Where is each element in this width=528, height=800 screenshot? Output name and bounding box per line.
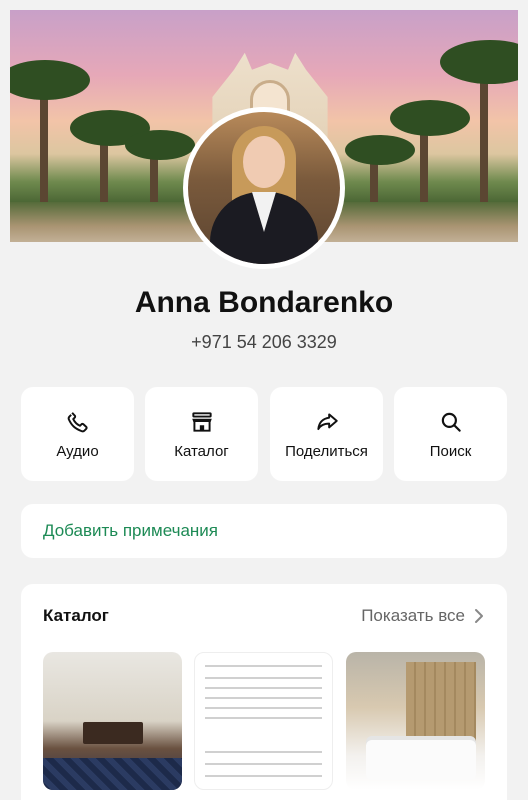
document-line xyxy=(205,677,322,679)
avatar[interactable] xyxy=(183,107,345,269)
phone-icon xyxy=(67,411,88,432)
document-line xyxy=(205,717,322,719)
share-arrow-icon xyxy=(316,412,338,430)
show-all-label: Показать все xyxy=(361,606,465,625)
profile-name: Anna Bondarenko xyxy=(134,286,394,319)
palm-fronds xyxy=(125,130,195,160)
catalog-button[interactable]: Каталог xyxy=(145,387,258,481)
rug xyxy=(43,758,182,790)
catalog-section: Каталог Показать все xyxy=(21,584,507,800)
headboard xyxy=(406,662,476,742)
catalog-item-image[interactable] xyxy=(346,652,485,790)
profile-phone[interactable]: +971 54 206 3329 xyxy=(0,332,528,353)
palm-fronds xyxy=(440,40,518,84)
search-icon xyxy=(441,412,461,432)
document-line xyxy=(205,687,322,689)
catalog-label: Каталог xyxy=(174,442,229,460)
search-button[interactable]: Поиск xyxy=(394,387,507,481)
audio-call-button[interactable]: Аудио xyxy=(21,387,134,481)
palm-fronds xyxy=(390,100,470,136)
catalog-item-image[interactable] xyxy=(43,652,182,790)
palm-fronds xyxy=(345,135,415,165)
share-button[interactable]: Поделиться xyxy=(270,387,383,481)
show-all-link[interactable]: Показать все xyxy=(361,606,485,626)
storefront-icon xyxy=(191,411,212,432)
action-buttons: Аудио Каталог Поделиться Поиск xyxy=(21,387,507,481)
dining-table xyxy=(83,722,143,744)
share-label: Поделиться xyxy=(285,442,368,460)
catalog-title: Каталог xyxy=(43,606,109,625)
document-line xyxy=(205,763,322,765)
chevron-right-icon xyxy=(475,609,483,623)
document-line xyxy=(205,665,322,667)
document-line xyxy=(205,697,322,699)
bed xyxy=(366,740,476,780)
audio-call-label: Аудио xyxy=(56,442,99,460)
catalog-item-image[interactable] xyxy=(194,652,333,790)
document-line xyxy=(205,775,322,777)
avatar-face xyxy=(243,136,285,188)
document-line xyxy=(205,707,322,709)
palm-fronds xyxy=(10,60,90,100)
document-line xyxy=(205,751,322,753)
search-label: Поиск xyxy=(429,442,472,460)
add-notes-label: Добавить примечания xyxy=(43,521,218,540)
add-notes-button[interactable]: Добавить примечания xyxy=(21,504,507,558)
avatar-photo xyxy=(188,112,340,264)
